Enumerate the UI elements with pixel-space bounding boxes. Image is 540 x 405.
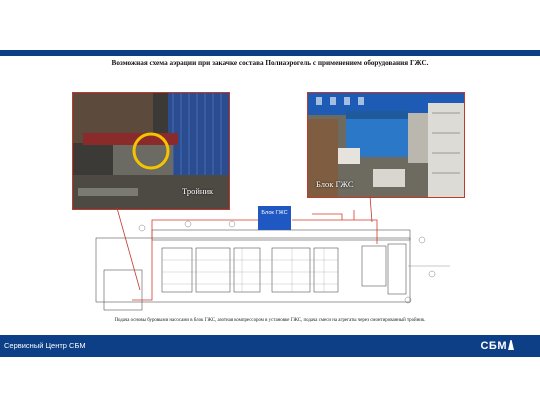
- footer-bar: Сервисный Центр СБМ СБМ: [0, 335, 540, 357]
- footer-company-text: Сервисный Центр СБМ: [4, 341, 86, 350]
- sbm-logo: СБМ: [480, 340, 514, 352]
- logo-mark-icon: [508, 340, 514, 350]
- scheme-caption: Подача основы буровыми насосами в блок Г…: [114, 318, 426, 323]
